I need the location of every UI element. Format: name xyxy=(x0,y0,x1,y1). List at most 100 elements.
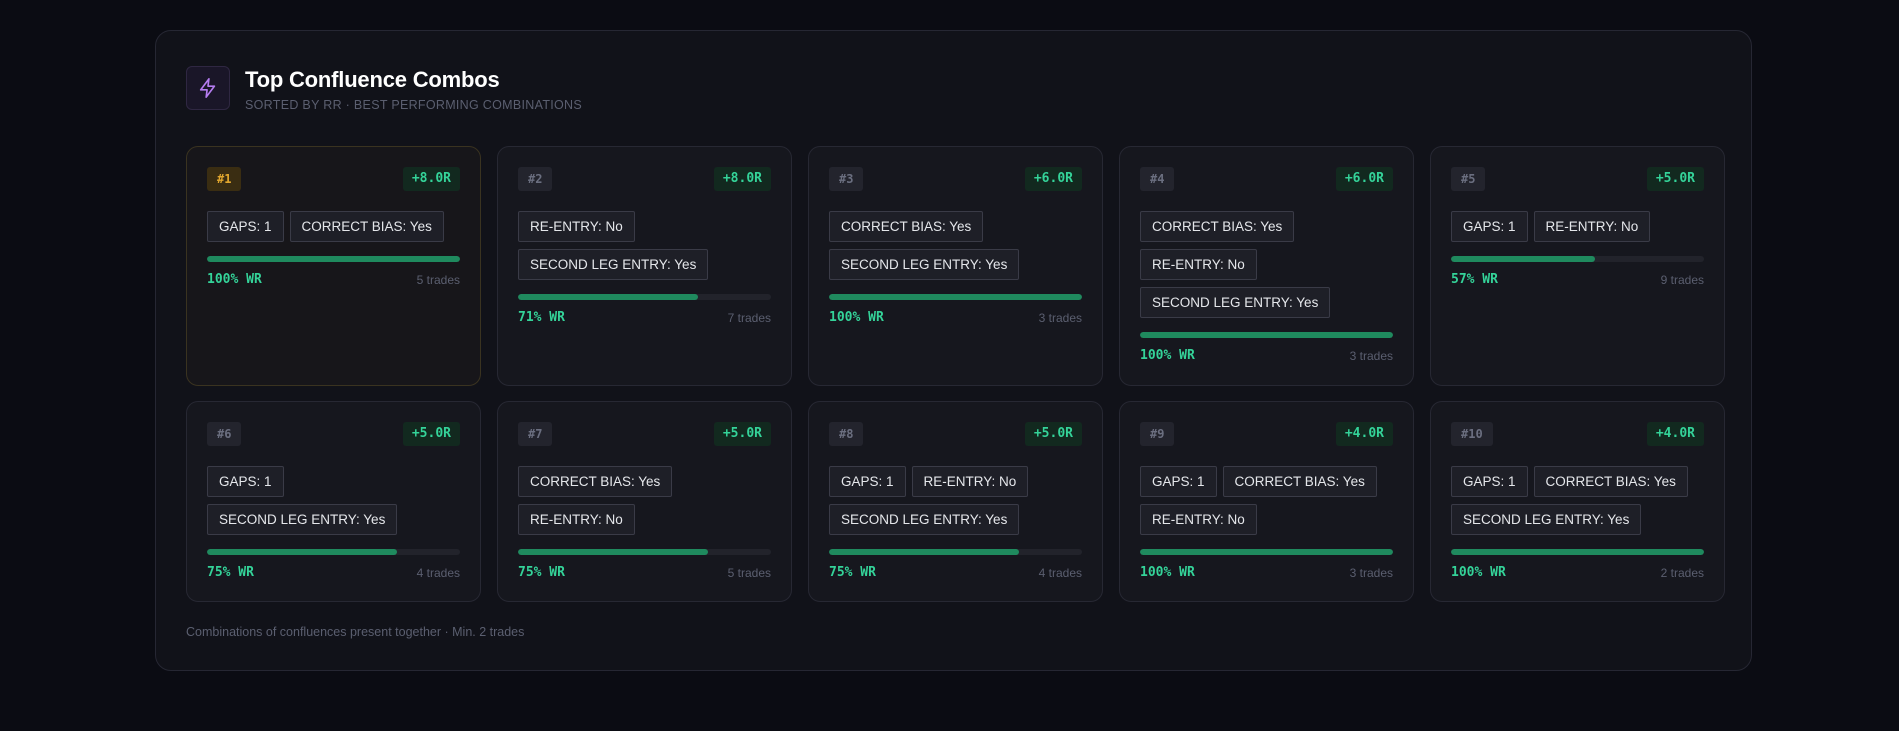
card-footer: 75% WR 5 trades xyxy=(518,565,771,580)
win-rate-bar xyxy=(207,549,460,555)
confluence-tags: CORRECT BIAS: Yes RE-ENTRY: No xyxy=(518,466,771,535)
win-rate-fill xyxy=(518,294,698,300)
win-rate-bar xyxy=(518,549,771,555)
confluence-tags: CORRECT BIAS: Yes SECOND LEG ENTRY: Yes xyxy=(829,211,1082,280)
win-rate-fill xyxy=(518,549,708,555)
trade-count: 3 trades xyxy=(1349,348,1393,363)
win-rate-label: 75% WR xyxy=(829,565,876,580)
win-rate-label: 75% WR xyxy=(518,565,565,580)
confluence-tags: GAPS: 1 CORRECT BIAS: Yes RE-ENTRY: No xyxy=(1140,466,1393,535)
confluence-tag: CORRECT BIAS: Yes xyxy=(1533,466,1688,497)
confluence-tags: GAPS: 1 SECOND LEG ENTRY: Yes xyxy=(207,466,460,535)
card-footer: 100% WR 3 trades xyxy=(1140,565,1393,580)
footnote: Combinations of confluences present toge… xyxy=(186,625,525,639)
win-rate-bar xyxy=(1451,549,1704,555)
card-header: #9 +4.0R xyxy=(1140,422,1393,446)
rank-badge: #2 xyxy=(518,167,553,191)
win-rate-bar xyxy=(1140,332,1393,338)
confluence-tag: GAPS: 1 xyxy=(207,211,284,242)
rr-badge: +6.0R xyxy=(1335,167,1393,191)
win-rate-label: 100% WR xyxy=(1451,565,1506,580)
confluence-tag: RE-ENTRY: No xyxy=(1140,504,1257,535)
confluence-tag: CORRECT BIAS: Yes xyxy=(1140,211,1295,242)
trade-count: 7 trades xyxy=(727,310,771,325)
combo-grid: #1 +8.0R GAPS: 1 CORRECT BIAS: Yes 100% WR 5 … xyxy=(186,146,1725,602)
win-rate-bar xyxy=(1451,256,1704,262)
rr-badge: +5.0R xyxy=(713,422,771,446)
confluence-tag: CORRECT BIAS: Yes xyxy=(518,466,673,497)
win-rate-fill xyxy=(1451,256,1596,262)
win-rate-label: 75% WR xyxy=(207,565,254,580)
rank-badge: #3 xyxy=(829,167,864,191)
rank-badge: #4 xyxy=(1140,167,1175,191)
rank-badge: #6 xyxy=(207,422,242,446)
confluence-tag: CORRECT BIAS: Yes xyxy=(829,211,984,242)
card-header: #4 +6.0R xyxy=(1140,167,1393,191)
trade-count: 4 trades xyxy=(1038,565,1082,580)
rank-badge: #8 xyxy=(829,422,864,446)
rank-badge: #1 xyxy=(207,167,242,191)
combo-card: #3 +6.0R CORRECT BIAS: Yes SECOND LEG ENTRY… xyxy=(808,146,1103,386)
card-header: #3 +6.0R xyxy=(829,167,1082,191)
trade-count: 5 trades xyxy=(416,272,460,287)
confluence-tags: GAPS: 1 RE-ENTRY: No SECOND LEG ENTRY: Yes xyxy=(829,466,1082,535)
card-footer: 71% WR 7 trades xyxy=(518,310,771,325)
rr-badge: +8.0R xyxy=(402,167,460,191)
combo-card: #6 +5.0R GAPS: 1 SECOND LEG ENTRY: Yes 75% W… xyxy=(186,401,481,602)
trade-count: 3 trades xyxy=(1349,565,1393,580)
confluence-tag: RE-ENTRY: No xyxy=(1140,249,1257,280)
bolt-icon xyxy=(186,66,230,110)
combo-card: #10 +4.0R GAPS: 1 CORRECT BIAS: Yes SECOND L… xyxy=(1430,401,1725,602)
card-header: #1 +8.0R xyxy=(207,167,460,191)
confluence-tags: GAPS: 1 CORRECT BIAS: Yes xyxy=(207,211,460,242)
win-rate-fill xyxy=(207,256,460,262)
win-rate-bar xyxy=(207,256,460,262)
confluence-tag: GAPS: 1 xyxy=(1451,211,1528,242)
combo-card: #2 +8.0R RE-ENTRY: No SECOND LEG ENTRY: Yes… xyxy=(497,146,792,386)
win-rate-bar xyxy=(829,294,1082,300)
confluence-tags: RE-ENTRY: No SECOND LEG ENTRY: Yes xyxy=(518,211,771,280)
confluence-tag: RE-ENTRY: No xyxy=(518,211,635,242)
trade-count: 4 trades xyxy=(416,565,460,580)
trade-count: 3 trades xyxy=(1038,310,1082,325)
confluence-tag: SECOND LEG ENTRY: Yes xyxy=(207,504,398,535)
panel-header: Top Confluence Combos SORTED BY RR · BES… xyxy=(186,66,582,113)
win-rate-bar xyxy=(829,549,1082,555)
win-rate-fill xyxy=(829,549,1019,555)
win-rate-label: 71% WR xyxy=(518,310,565,325)
card-footer: 100% WR 3 trades xyxy=(829,310,1082,325)
confluence-tag: SECOND LEG ENTRY: Yes xyxy=(829,504,1020,535)
card-header: #8 +5.0R xyxy=(829,422,1082,446)
rank-badge: #5 xyxy=(1451,167,1486,191)
win-rate-label: 100% WR xyxy=(1140,348,1195,363)
win-rate-fill xyxy=(1140,332,1393,338)
confluence-combos-panel: Top Confluence Combos SORTED BY RR · BES… xyxy=(155,30,1752,671)
combo-card: #4 +6.0R CORRECT BIAS: Yes RE-ENTRY: No SECO… xyxy=(1119,146,1414,386)
win-rate-fill xyxy=(829,294,1082,300)
rank-badge: #9 xyxy=(1140,422,1175,446)
combo-card: #1 +8.0R GAPS: 1 CORRECT BIAS: Yes 100% WR 5 … xyxy=(186,146,481,386)
confluence-tag: GAPS: 1 xyxy=(207,466,284,497)
card-footer: 75% WR 4 trades xyxy=(829,565,1082,580)
confluence-tag: GAPS: 1 xyxy=(1451,466,1528,497)
card-footer: 100% WR 3 trades xyxy=(1140,348,1393,363)
panel-subtitle: SORTED BY RR · BEST PERFORMING COMBINATI… xyxy=(245,98,583,112)
card-footer: 100% WR 5 trades xyxy=(207,272,460,287)
confluence-tag: SECOND LEG ENTRY: Yes xyxy=(829,249,1020,280)
rr-badge: +8.0R xyxy=(713,167,771,191)
confluence-tags: CORRECT BIAS: Yes RE-ENTRY: No SECOND LEG … xyxy=(1140,211,1393,318)
confluence-tag: SECOND LEG ENTRY: Yes xyxy=(1451,504,1642,535)
win-rate-bar xyxy=(1140,549,1393,555)
combo-card: #8 +5.0R GAPS: 1 RE-ENTRY: No SECOND LEG ENT… xyxy=(808,401,1103,602)
trade-count: 9 trades xyxy=(1660,272,1704,287)
win-rate-label: 100% WR xyxy=(1140,565,1195,580)
card-footer: 57% WR 9 trades xyxy=(1451,272,1704,287)
rr-badge: +5.0R xyxy=(402,422,460,446)
confluence-tags: GAPS: 1 RE-ENTRY: No xyxy=(1451,211,1704,242)
combo-card: #9 +4.0R GAPS: 1 CORRECT BIAS: Yes RE-ENTRY:… xyxy=(1119,401,1414,602)
card-header: #5 +5.0R xyxy=(1451,167,1704,191)
trade-count: 5 trades xyxy=(727,565,771,580)
win-rate-label: 100% WR xyxy=(207,272,262,287)
combo-card: #5 +5.0R GAPS: 1 RE-ENTRY: No 57% WR 9 trades xyxy=(1430,146,1725,386)
card-footer: 100% WR 2 trades xyxy=(1451,565,1704,580)
